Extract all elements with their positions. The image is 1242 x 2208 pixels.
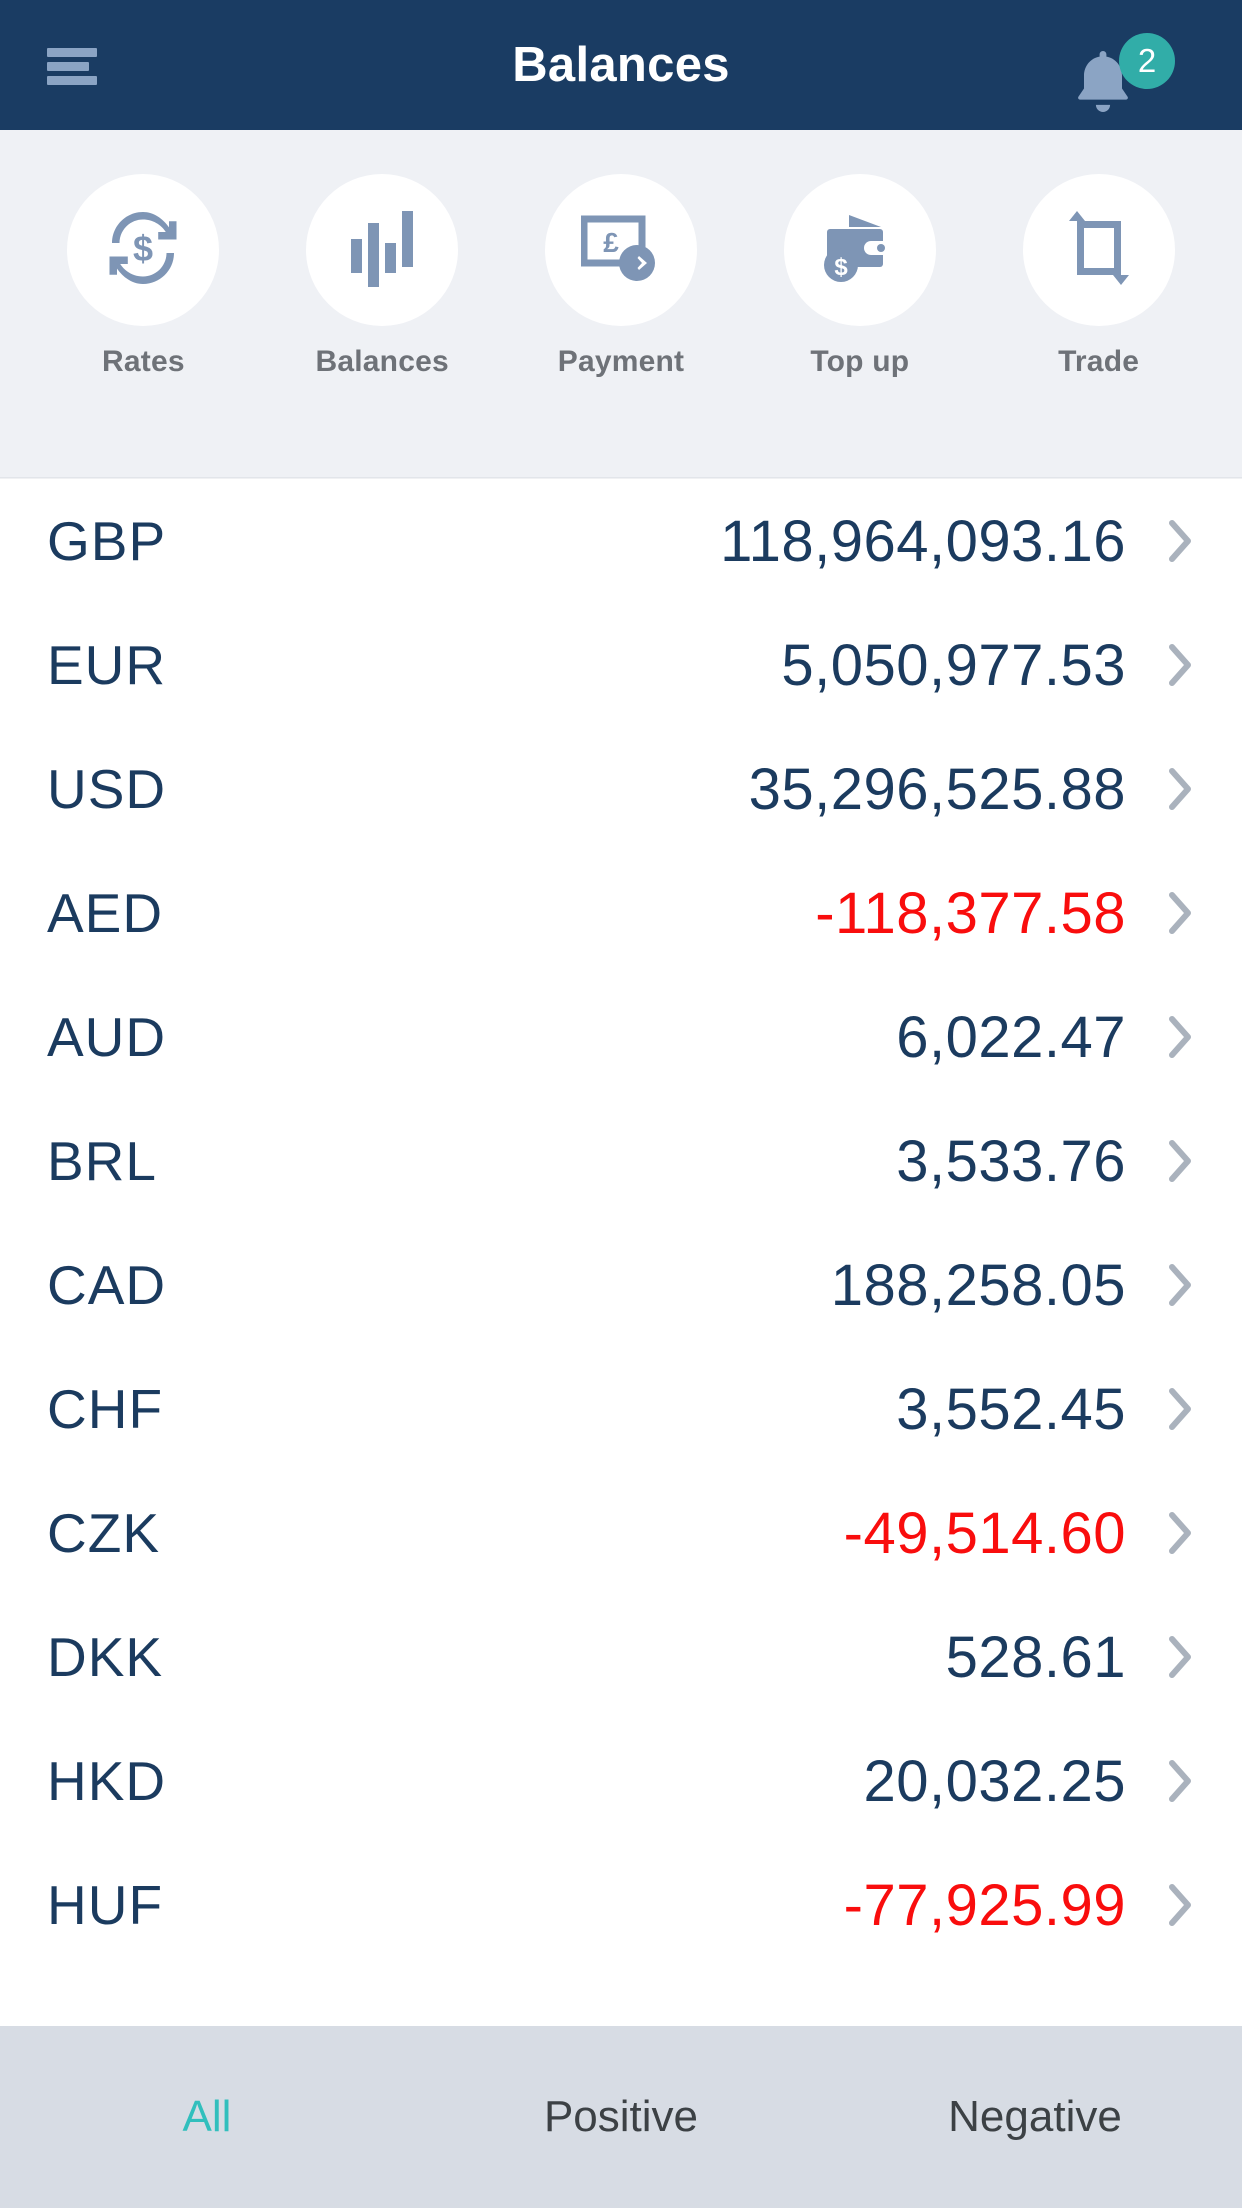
action-payment-circle: £ bbox=[544, 174, 697, 326]
currency-code: HKD bbox=[47, 1750, 167, 1812]
currency-amount: -118,377.58 bbox=[815, 880, 1126, 946]
table-row[interactable]: CHF 3,552.45 bbox=[0, 1347, 1242, 1471]
balances-list[interactable]: GBP 118,964,093.16 EUR 5,050,977.53 USD … bbox=[0, 478, 1242, 2026]
chevron-right-icon bbox=[1164, 643, 1198, 687]
action-balances[interactable]: Balances bbox=[263, 174, 502, 379]
app-header: Balances 2 bbox=[0, 0, 1242, 130]
action-balances-circle bbox=[306, 174, 459, 326]
currency-amount: 35,296,525.88 bbox=[748, 756, 1126, 822]
action-payment-label: Payment bbox=[557, 345, 685, 378]
banknote-pound-arrow-icon: £ bbox=[580, 211, 661, 290]
balances-screen: Balances 2 $ Rates Balances £ Payment $ … bbox=[0, 0, 1242, 2208]
currency-code: AED bbox=[47, 882, 164, 944]
currency-code: GBP bbox=[47, 510, 167, 572]
currency-code: CHF bbox=[47, 1378, 164, 1440]
svg-text:£: £ bbox=[603, 227, 619, 258]
chevron-right-icon bbox=[1164, 1139, 1198, 1183]
currency-code: AUD bbox=[47, 1006, 167, 1068]
hamburger-menu-icon[interactable] bbox=[47, 48, 97, 85]
quick-actions-row: $ Rates Balances £ Payment $ Top up Trad… bbox=[0, 130, 1242, 478]
currency-amount: 6,022.47 bbox=[896, 1004, 1126, 1070]
chevron-right-icon bbox=[1164, 1883, 1198, 1927]
table-row[interactable]: AUD 6,022.47 bbox=[0, 975, 1242, 1099]
chevron-right-icon bbox=[1164, 519, 1198, 563]
page-title: Balances bbox=[512, 38, 730, 92]
chevron-right-icon bbox=[1164, 767, 1198, 811]
currency-code: CZK bbox=[47, 1502, 160, 1564]
action-rates-circle: $ bbox=[67, 174, 220, 326]
chevron-right-icon bbox=[1164, 1759, 1198, 1803]
currency-amount: 3,533.76 bbox=[896, 1128, 1126, 1194]
notification-badge: 2 bbox=[1119, 33, 1175, 89]
table-row[interactable]: AED -118,377.58 bbox=[0, 851, 1242, 975]
currency-amount: -77,925.99 bbox=[843, 1872, 1126, 1938]
svg-text:$: $ bbox=[834, 254, 848, 281]
action-trade-circle bbox=[1022, 174, 1175, 326]
action-topup[interactable]: $ Top up bbox=[740, 174, 979, 379]
currency-exchange-circle-icon: $ bbox=[104, 209, 182, 292]
bar-chart-icon bbox=[347, 209, 417, 292]
chevron-right-icon bbox=[1164, 1511, 1198, 1555]
filter-tab-bar: All Positive Negative bbox=[0, 2026, 1242, 2208]
table-row[interactable]: HUF -77,925.99 bbox=[0, 1843, 1242, 1967]
currency-code: EUR bbox=[47, 634, 167, 696]
notifications-button[interactable]: 2 bbox=[1072, 33, 1182, 113]
currency-code: BRL bbox=[47, 1130, 157, 1192]
currency-amount: -49,514.60 bbox=[843, 1500, 1126, 1566]
table-row[interactable]: BRL 3,533.76 bbox=[0, 1099, 1242, 1223]
hamburger-bar bbox=[47, 48, 97, 57]
currency-code: USD bbox=[47, 758, 167, 820]
hamburger-bar bbox=[47, 76, 97, 85]
action-topup-circle: $ bbox=[783, 174, 936, 326]
action-payment[interactable]: £ Payment bbox=[502, 174, 741, 379]
table-row[interactable]: CAD 188,258.05 bbox=[0, 1223, 1242, 1347]
currency-amount: 188,258.05 bbox=[830, 1252, 1126, 1318]
action-rates[interactable]: $ Rates bbox=[24, 174, 263, 379]
action-trade-label: Trade bbox=[1058, 345, 1140, 378]
filter-tab-negative[interactable]: Negative bbox=[828, 2092, 1242, 2142]
hamburger-bar bbox=[47, 62, 89, 71]
table-row[interactable]: EUR 5,050,977.53 bbox=[0, 603, 1242, 727]
table-row[interactable]: CZK -49,514.60 bbox=[0, 1471, 1242, 1595]
chevron-right-icon bbox=[1164, 1015, 1198, 1059]
chevron-right-icon bbox=[1164, 1635, 1198, 1679]
chevron-right-icon bbox=[1164, 1387, 1198, 1431]
table-row[interactable]: USD 35,296,525.88 bbox=[0, 727, 1242, 851]
currency-code: DKK bbox=[47, 1626, 164, 1688]
currency-amount: 528.61 bbox=[945, 1624, 1126, 1690]
svg-text:$: $ bbox=[133, 228, 153, 269]
wallet-dollar-icon: $ bbox=[819, 211, 901, 290]
currency-amount: 3,552.45 bbox=[896, 1376, 1126, 1442]
currency-amount: 118,964,093.16 bbox=[720, 508, 1126, 574]
chevron-right-icon bbox=[1164, 1263, 1198, 1307]
swap-arrows-icon bbox=[1063, 209, 1135, 292]
filter-tab-positive[interactable]: Positive bbox=[414, 2092, 828, 2142]
action-rates-label: Rates bbox=[102, 345, 185, 378]
chevron-right-icon bbox=[1164, 891, 1198, 935]
currency-amount: 20,032.25 bbox=[863, 1748, 1126, 1814]
currency-amount: 5,050,977.53 bbox=[781, 632, 1126, 698]
table-row[interactable]: DKK 528.61 bbox=[0, 1595, 1242, 1719]
action-trade[interactable]: Trade bbox=[979, 174, 1218, 379]
currency-code: CAD bbox=[47, 1254, 167, 1316]
action-topup-label: Top up bbox=[810, 345, 910, 378]
filter-tab-all[interactable]: All bbox=[0, 2092, 414, 2142]
currency-code: HUF bbox=[47, 1874, 164, 1936]
table-row[interactable]: GBP 118,964,093.16 bbox=[0, 479, 1242, 603]
table-row[interactable]: HKD 20,032.25 bbox=[0, 1719, 1242, 1843]
action-balances-label: Balances bbox=[315, 345, 449, 378]
